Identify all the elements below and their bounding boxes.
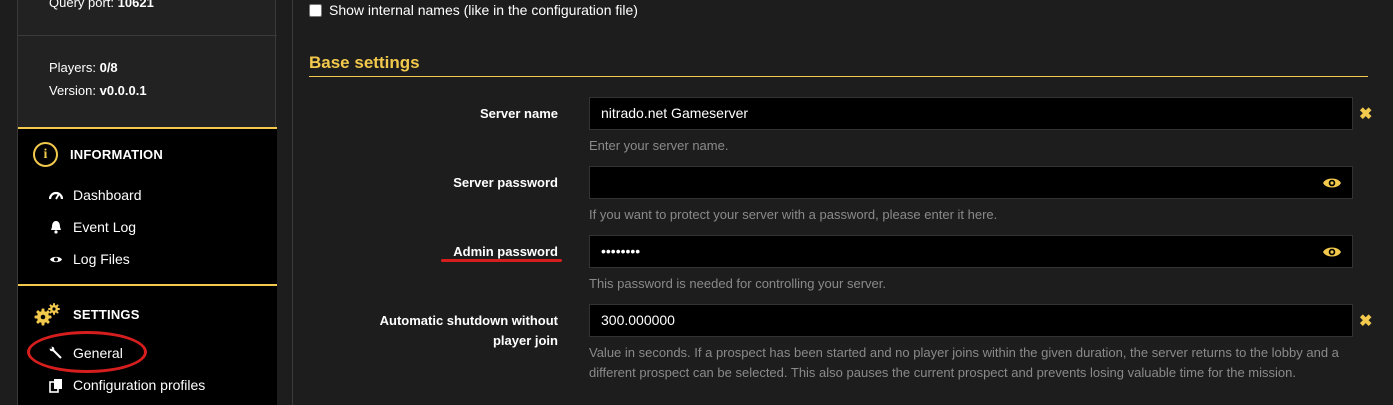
version-info: Version: v0.0.0.1 (49, 83, 147, 98)
bell-icon (48, 220, 64, 234)
server-name-help: Enter your server name. (589, 138, 729, 153)
highlight-circle (27, 331, 147, 373)
eye-icon (48, 255, 64, 264)
information-title: INFORMATION (70, 147, 163, 162)
admin-password-value: •••••••• (601, 243, 641, 259)
version-value: v0.0.0.1 (99, 83, 147, 98)
server-name-input[interactable]: nitrado.net Gameserver (589, 97, 1353, 130)
nav-log-files[interactable]: Log Files (48, 249, 130, 269)
nav-event-log[interactable]: Event Log (48, 217, 136, 237)
players-label: Players: (49, 60, 96, 75)
players-value: 0/8 (99, 60, 118, 75)
gauge-icon (48, 190, 64, 200)
show-password-icon[interactable] (1322, 176, 1342, 190)
nav-configuration-profiles[interactable]: Configuration profiles (48, 375, 205, 395)
version-label: Version: (49, 83, 96, 98)
nav-dashboard-label: Dashboard (73, 187, 142, 203)
nav-configuration-profiles-label: Configuration profiles (73, 377, 206, 393)
main-content: Show internal names (like in the configu… (292, 0, 1393, 405)
players-count: Players: 0/8 (49, 60, 118, 75)
server-password-help: If you want to protect your server with … (589, 207, 998, 222)
clear-icon[interactable]: ✖ (1359, 311, 1372, 331)
server-status-box: Players: 0/8 Version: v0.0.0.1 (18, 37, 277, 127)
base-settings-divider (309, 76, 1368, 77)
show-password-icon[interactable] (1322, 245, 1342, 259)
info-icon: i (33, 142, 58, 167)
nav-log-files-label: Log Files (73, 251, 130, 267)
nav-dashboard[interactable]: Dashboard (48, 185, 142, 205)
information-header: i INFORMATION (33, 142, 163, 167)
clear-icon[interactable]: ✖ (1359, 104, 1372, 124)
highlight-underline (441, 259, 562, 262)
settings-title: SETTINGS (73, 306, 140, 322)
server-password-label: Server password (453, 175, 558, 190)
admin-password-input[interactable]: •••••••• (589, 235, 1353, 268)
copy-icon (48, 378, 64, 393)
show-internal-names-label: Show internal names (like in the configu… (329, 2, 638, 18)
auto-shutdown-help: Value in seconds. If a prospect has been… (589, 345, 1339, 380)
query-port-value: 10621 (117, 0, 154, 10)
auto-shutdown-label-line2: player join (492, 333, 558, 348)
settings-header: SETTINGS (33, 302, 140, 326)
query-port-label: Query port: (49, 0, 115, 10)
admin-password-help: This password is needed for controlling … (589, 276, 886, 291)
information-section: i INFORMATION Dashboard Event Log Log Fi… (18, 129, 277, 284)
server-name-label: Server name (479, 106, 558, 121)
query-port: Query port: 10621 (49, 0, 154, 10)
base-settings-title: Base settings (309, 53, 420, 72)
show-internal-names-row[interactable]: Show internal names (like in the configu… (309, 2, 638, 18)
auto-shutdown-label: Automatic shutdown without (379, 313, 558, 328)
gears-icon (33, 302, 61, 326)
server-password-input[interactable] (589, 166, 1353, 199)
show-internal-names-checkbox[interactable] (309, 3, 322, 17)
server-info-top: Query port: 10621 (18, 0, 277, 36)
nav-event-log-label: Event Log (73, 219, 137, 235)
auto-shutdown-input[interactable]: 300.000000 (589, 304, 1353, 337)
